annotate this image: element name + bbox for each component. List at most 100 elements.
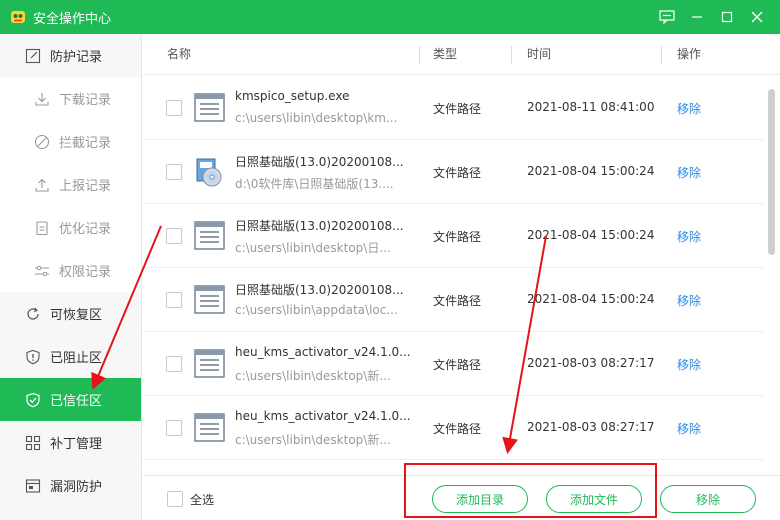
main-panel: 名称 类型 时间 操作 kmspico_setup.exe c:\users\l… <box>143 34 780 520</box>
table-row: heu_kms_activator_v24.1.0... c:\users\li… <box>143 332 763 396</box>
row-checkbox[interactable] <box>166 356 182 372</box>
sidebar-item-vuln-protect[interactable]: 漏洞防护 <box>0 464 141 507</box>
sidebar-item-patch-mgmt[interactable]: 补丁管理 <box>0 421 141 464</box>
add-directory-button[interactable]: 添加目录 <box>432 485 528 513</box>
sidebar-item-optimize-log[interactable]: 优化记录 <box>0 206 141 249</box>
sidebar-item-label: 防护记录 <box>50 50 103 65</box>
file-window-icon <box>194 221 225 250</box>
block-icon <box>33 133 51 151</box>
col-separator <box>511 46 512 64</box>
clipboard-icon <box>33 219 51 237</box>
sidebar-item-label: 优化记录 <box>59 222 112 237</box>
select-all-label[interactable]: 全选 <box>190 491 214 508</box>
sidebar-item-trusted[interactable]: 已信任区 <box>0 378 141 421</box>
installer-disc-icon <box>194 157 225 187</box>
col-header-type: 类型 <box>433 47 458 61</box>
grid-icon <box>24 434 42 452</box>
folder-shield-icon <box>24 477 42 495</box>
select-all-checkbox[interactable] <box>167 491 183 507</box>
sidebar-item-label: 可恢复区 <box>50 308 103 323</box>
add-file-button[interactable]: 添加文件 <box>546 485 642 513</box>
shield-alert-icon <box>24 348 42 366</box>
file-type: 文件路径 <box>433 422 482 436</box>
file-time: 2021-08-04 15:00:24 <box>527 164 655 178</box>
vertical-scrollbar[interactable] <box>768 89 775 255</box>
table-header: 名称 类型 时间 操作 <box>143 34 780 75</box>
table-row: kmspico_setup.exe c:\users\libin\desktop… <box>143 76 763 140</box>
app-logo-icon <box>10 9 26 25</box>
sidebar-item-recoverable[interactable]: 可恢复区 <box>0 292 141 335</box>
file-type: 文件路径 <box>433 294 482 308</box>
footer-toolbar: 全选 添加目录 添加文件 移除 <box>143 475 780 520</box>
file-window-icon <box>194 93 225 122</box>
row-checkbox[interactable] <box>166 420 182 436</box>
file-type: 文件路径 <box>433 358 482 372</box>
restore-icon <box>24 305 42 323</box>
sliders-icon <box>33 262 51 280</box>
file-type: 文件路径 <box>433 102 482 116</box>
file-path: d:\0软件库\日照基础版(13.... <box>235 177 394 191</box>
file-time: 2021-08-04 15:00:24 <box>527 292 655 306</box>
col-header-time: 时间 <box>527 47 552 61</box>
remove-link[interactable]: 移除 <box>677 164 701 181</box>
sidebar-item-label: 上报记录 <box>59 179 112 194</box>
file-path: c:\users\libin\desktop\新... <box>235 369 391 383</box>
app-title: 安全操作中心 <box>33 11 112 27</box>
file-path: c:\users\libin\appdata\loc... <box>235 303 398 317</box>
maximize-icon[interactable] <box>712 0 742 34</box>
col-header-action: 操作 <box>677 47 702 61</box>
file-time: 2021-08-03 08:27:17 <box>527 356 655 370</box>
file-time: 2021-08-03 08:27:17 <box>527 420 655 434</box>
file-name: 日照基础版(13.0)20200108... <box>235 219 404 233</box>
sidebar-item-label: 下载记录 <box>59 93 112 108</box>
upload-icon <box>33 176 51 194</box>
minimize-icon[interactable] <box>682 0 712 34</box>
remove-link[interactable]: 移除 <box>677 228 701 245</box>
title-bar: 安全操作中心 <box>0 0 780 34</box>
sidebar-item-permission-log[interactable]: 权限记录 <box>0 249 141 292</box>
feedback-icon[interactable] <box>652 0 682 34</box>
remove-button[interactable]: 移除 <box>660 485 756 513</box>
remove-link[interactable]: 移除 <box>677 420 701 437</box>
remove-link[interactable]: 移除 <box>677 292 701 309</box>
col-header-name: 名称 <box>167 47 192 61</box>
sidebar-item-download-log[interactable]: 下载记录 <box>0 77 141 120</box>
file-name: kmspico_setup.exe <box>235 89 350 103</box>
file-path: c:\users\libin\desktop\km... <box>235 111 398 125</box>
download-icon <box>33 90 51 108</box>
file-type: 文件路径 <box>433 230 482 244</box>
file-path: c:\users\libin\desktop\新... <box>235 433 391 447</box>
shield-check-icon <box>24 391 42 409</box>
file-type: 文件路径 <box>433 166 482 180</box>
file-time: 2021-08-11 08:41:00 <box>527 100 655 114</box>
col-separator <box>419 46 420 64</box>
row-checkbox[interactable] <box>166 164 182 180</box>
file-name: heu_kms_activator_v24.1.0... <box>235 409 411 423</box>
sidebar-item-protection-log[interactable]: 防护记录 <box>0 34 141 77</box>
close-icon[interactable] <box>742 0 772 34</box>
remove-link[interactable]: 移除 <box>677 100 701 117</box>
file-window-icon <box>194 285 225 314</box>
table-row: heu_kms_activator_v24.1.0... c:\users\li… <box>143 396 763 460</box>
sidebar-item-label: 已阻止区 <box>50 351 103 366</box>
file-path: c:\users\libin\desktop\日... <box>235 241 391 255</box>
sidebar-item-label: 补丁管理 <box>50 437 103 452</box>
file-window-icon <box>194 413 225 442</box>
sidebar-item-blocked[interactable]: 已阻止区 <box>0 335 141 378</box>
row-checkbox[interactable] <box>166 292 182 308</box>
sidebar-item-label: 权限记录 <box>59 265 112 280</box>
sidebar-item-block-log[interactable]: 拦截记录 <box>0 120 141 163</box>
row-checkbox[interactable] <box>166 228 182 244</box>
table-row: 日照基础版(13.0)20200108... c:\users\libin\de… <box>143 204 763 268</box>
sidebar-item-label: 漏洞防护 <box>50 480 103 495</box>
file-time: 2021-08-04 15:00:24 <box>527 228 655 242</box>
col-separator <box>661 46 662 64</box>
remove-link[interactable]: 移除 <box>677 356 701 373</box>
window-controls <box>652 0 772 34</box>
file-name: 日照基础版(13.0)20200108... <box>235 283 404 297</box>
row-checkbox[interactable] <box>166 100 182 116</box>
sidebar-item-report-log[interactable]: 上报记录 <box>0 163 141 206</box>
table-row: 日照基础版(13.0)20200108... c:\users\libin\ap… <box>143 268 763 332</box>
file-name: heu_kms_activator_v24.1.0... <box>235 345 411 359</box>
file-name: 日照基础版(13.0)20200108... <box>235 155 404 169</box>
